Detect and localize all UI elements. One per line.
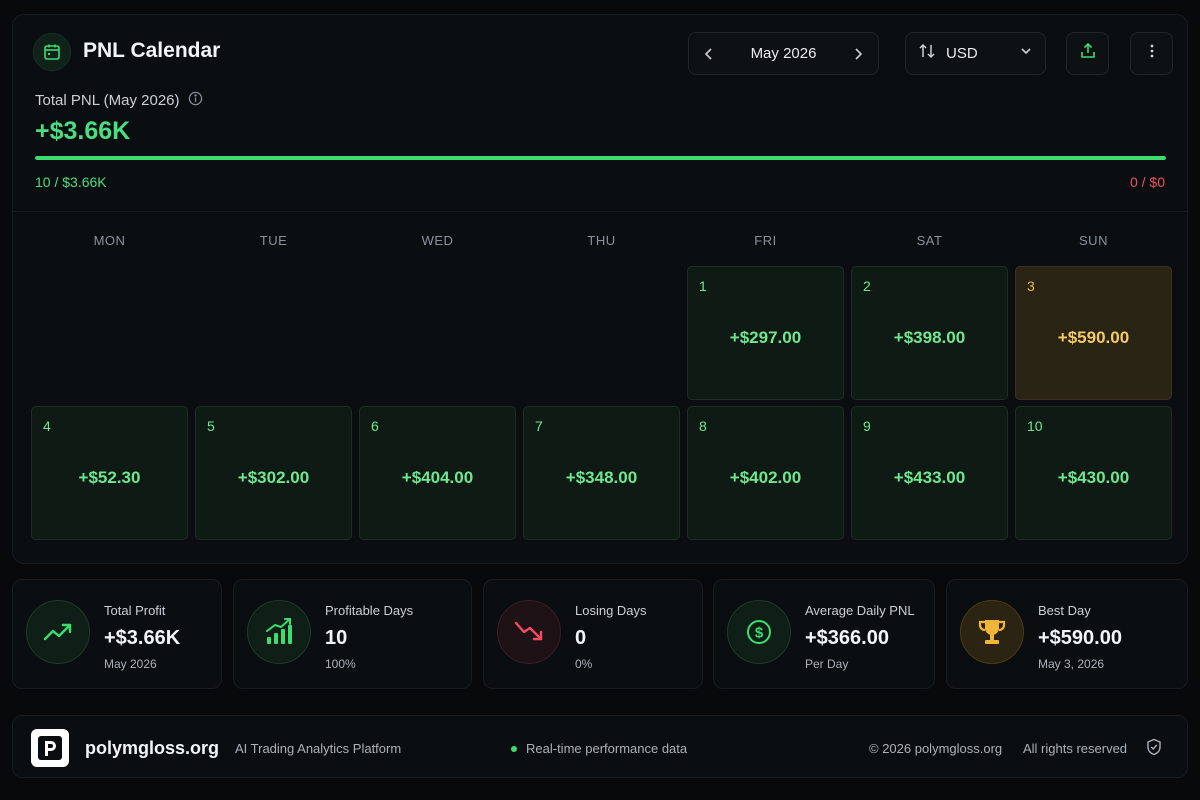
stat-value: 0	[575, 627, 587, 649]
winning-summary: 10 / $3.66K	[35, 174, 107, 190]
stat-label: Profitable Days	[325, 603, 414, 618]
day-pnl-amount: +$297.00	[729, 328, 802, 347]
calendar-day-9[interactable]: 9 +$433.00	[851, 406, 1008, 540]
month-navigator: May 2026	[688, 32, 879, 75]
day-pnl-amount: +$433.00	[893, 468, 966, 487]
info-icon[interactable]	[188, 91, 203, 110]
stat-label: Average Daily PNL	[805, 603, 915, 618]
footer: polymgloss.org AI Trading Analytics Plat…	[12, 715, 1188, 778]
total-pnl-label-text: Total PNL (May 2026)	[35, 92, 180, 109]
calendar-day-3[interactable]: 3 +$590.00	[1015, 266, 1172, 400]
pnl-calendar-panel: PNL Calendar May 2026 USD Total PNL (May…	[12, 14, 1188, 564]
day-pnl-amount: +$430.00	[1057, 468, 1130, 487]
trending-up-icon	[26, 600, 90, 664]
sort-arrows-icon	[918, 42, 936, 65]
stat-value: 10	[325, 627, 348, 649]
day-pnl-amount: +$348.00	[565, 468, 638, 487]
weekday-sun: SUN	[1079, 233, 1108, 248]
day-number: 7	[535, 418, 543, 434]
rights-text: All rights reserved	[1023, 741, 1128, 756]
calendar-grid: 1 +$297.00 2 +$398.00 3 +$590.00 4 +$52.30 5 +$30…	[31, 266, 1172, 542]
export-icon	[1079, 42, 1097, 65]
losing-summary: 0 / $0	[1129, 174, 1165, 190]
stat-value: +$366.00	[805, 627, 889, 649]
more-options-button[interactable]	[1130, 32, 1173, 75]
day-pnl-amount: +$404.00	[401, 468, 474, 487]
calendar-day-7[interactable]: 7 +$348.00	[523, 406, 680, 540]
stat-label: Losing Days	[575, 603, 647, 618]
day-number: 9	[863, 418, 871, 434]
stat-label: Best Day	[1038, 603, 1091, 618]
tagline: AI Trading Analytics Platform	[235, 741, 402, 756]
trophy-icon	[960, 600, 1024, 664]
page-title: PNL Calendar	[83, 39, 221, 62]
stat-subtext: Per Day	[805, 657, 849, 671]
total-pnl-label: Total PNL (May 2026)	[35, 91, 203, 110]
total-pnl-value: +$3.66K	[35, 117, 131, 145]
realtime-text: Real-time performance data	[526, 741, 688, 756]
export-button[interactable]	[1066, 32, 1109, 75]
weekday-tue: TUE	[259, 233, 288, 248]
weekday-header: MON TUE WED THU FRI SAT SUN	[31, 233, 1171, 253]
currency-select[interactable]: USD	[905, 32, 1046, 75]
calendar-day-10[interactable]: 10 +$430.00	[1015, 406, 1172, 540]
calendar-day-2[interactable]: 2 +$398.00	[851, 266, 1008, 400]
day-number: 3	[1027, 278, 1035, 294]
chevron-down-icon	[1019, 44, 1033, 63]
day-pnl-amount: +$52.30	[78, 468, 141, 487]
stat-subtext: 0%	[575, 657, 593, 671]
stat-label: Total Profit	[104, 603, 166, 618]
calendar-day-8[interactable]: 8 +$402.00	[687, 406, 844, 540]
calendar-day-4[interactable]: 4 +$52.30	[31, 406, 188, 540]
win-progress-fill	[35, 156, 1166, 160]
month-label: May 2026	[750, 45, 817, 62]
more-vertical-icon	[1144, 43, 1160, 64]
stat-card-best-day: Best Day +$590.00 May 3, 2026	[946, 579, 1188, 689]
calendar-day-6[interactable]: 6 +$404.00	[359, 406, 516, 540]
stat-value: +$3.66K	[104, 627, 181, 649]
day-number: 8	[699, 418, 707, 434]
trending-down-icon	[497, 600, 561, 664]
shield-check-icon	[1146, 738, 1162, 761]
currency-label: USD	[946, 45, 978, 62]
calendar-day-5[interactable]: 5 +$302.00	[195, 406, 352, 540]
win-loss-progress-bar	[35, 156, 1166, 160]
stat-card-total-profit: Total Profit +$3.66K May 2026	[12, 579, 222, 689]
calendar-day-1[interactable]: 1 +$297.00	[687, 266, 844, 400]
day-pnl-amount: +$398.00	[893, 328, 966, 347]
stat-value: +$590.00	[1038, 627, 1122, 649]
weekday-thu: THU	[587, 233, 616, 248]
copyright: © 2026 polymgloss.org	[869, 741, 1003, 756]
dollar-coin-icon: $	[727, 600, 791, 664]
weekday-wed: WED	[421, 233, 454, 248]
stat-subtext: 100%	[325, 657, 356, 671]
day-pnl-amount: +$302.00	[237, 468, 310, 487]
day-number: 10	[1027, 418, 1043, 434]
brand-name[interactable]: polymgloss.org	[85, 738, 219, 759]
weekday-sat: SAT	[916, 233, 943, 248]
day-number: 6	[371, 418, 379, 434]
weekday-mon: MON	[93, 233, 126, 248]
stat-subtext: May 3, 2026	[1038, 657, 1105, 671]
chevron-left-icon[interactable]	[701, 46, 717, 62]
stat-card-average-daily-pnl: $ Average Daily PNL +$366.00 Per Day	[713, 579, 935, 689]
stat-card-profitable-days: Profitable Days 10 100%	[233, 579, 472, 689]
bar-chart-up-icon	[247, 600, 311, 664]
weekday-fri: FRI	[754, 233, 777, 248]
chevron-right-icon[interactable]	[850, 46, 866, 62]
day-number: 4	[43, 418, 51, 434]
stat-subtext: May 2026	[104, 657, 157, 671]
live-dot-icon	[511, 745, 517, 752]
day-number: 5	[207, 418, 215, 434]
day-pnl-amount: +$402.00	[729, 468, 802, 487]
stat-card-losing-days: Losing Days 0 0%	[483, 579, 703, 689]
day-number: 1	[699, 278, 707, 294]
brand-logo	[31, 729, 69, 767]
calendar-icon	[33, 33, 71, 71]
svg-text:$: $	[755, 625, 764, 642]
realtime-indicator: Real-time performance data	[511, 741, 687, 756]
day-pnl-amount: +$590.00	[1057, 328, 1130, 347]
day-number: 2	[863, 278, 871, 294]
divider	[13, 211, 1187, 212]
